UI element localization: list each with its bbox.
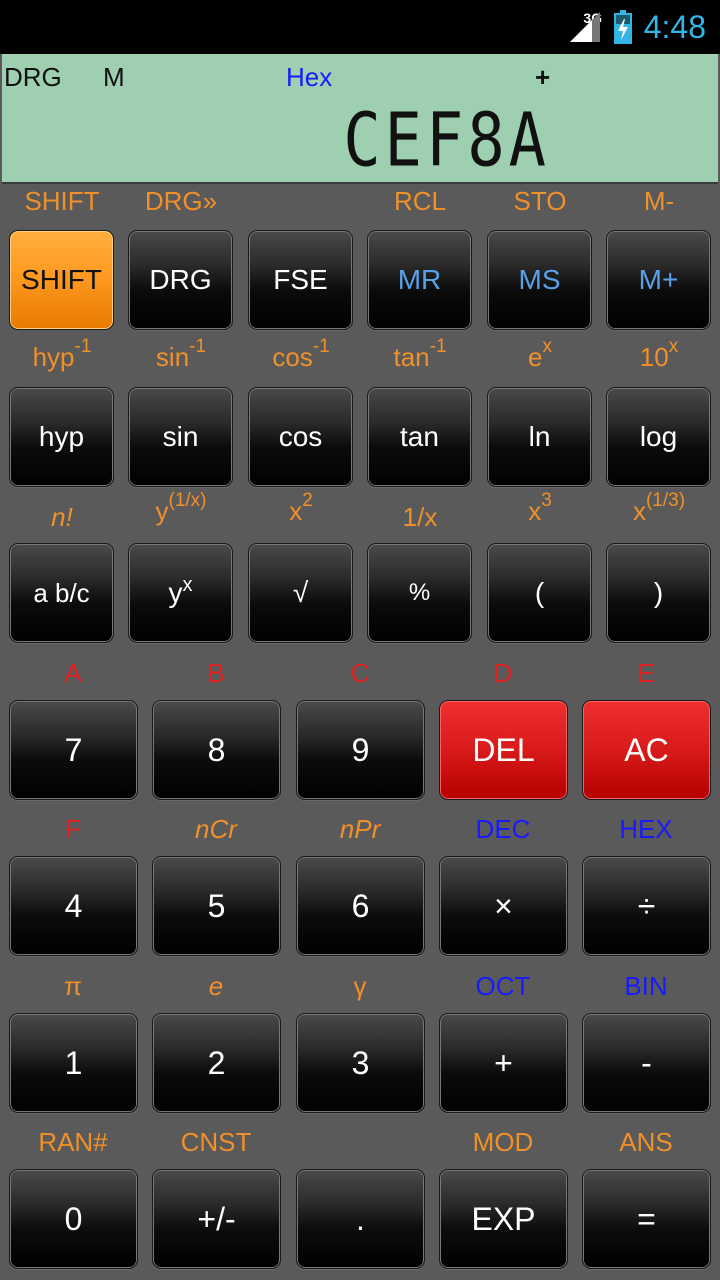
hyp-button[interactable]: hyp	[9, 387, 114, 487]
keypad: SHIFT DRG» RCL STO M- SHIFT DRG FSE MR M…	[0, 184, 720, 1280]
label-hex-d: D	[493, 658, 513, 688]
label-hex-b: B	[207, 658, 225, 688]
label-ans: ANS	[619, 1127, 673, 1157]
label-hyp-inverse: hyp-1	[32, 336, 92, 372]
multiply-button[interactable]: ×	[439, 856, 568, 956]
digit-5-button[interactable]: 5	[152, 856, 281, 956]
label-pi: π	[64, 971, 82, 1001]
label-dec: DEC	[475, 814, 531, 844]
label-tan-inverse: tan-1	[393, 336, 447, 372]
open-paren-button[interactable]: (	[487, 543, 592, 643]
decimal-point-button[interactable]: .	[296, 1169, 425, 1269]
label-hex-c: C	[350, 658, 370, 688]
delete-button[interactable]: DEL	[439, 700, 568, 800]
label-sin-inverse: sin-1	[155, 336, 207, 372]
label-euler-e: e	[208, 971, 224, 1001]
number-base-indicator: Hex	[286, 62, 333, 92]
label-cube: x3	[528, 490, 552, 526]
label-reciprocal: 1/x	[402, 502, 438, 532]
status-bar: 3G 4:48	[0, 0, 720, 54]
battery-charging-icon	[614, 10, 632, 44]
all-clear-button[interactable]: AC	[582, 700, 711, 800]
label-hex: HEX	[619, 814, 673, 844]
label-gamma: γ	[353, 971, 367, 1001]
label-bin: BIN	[624, 971, 668, 1001]
label-root-y: y(1/x)	[155, 490, 207, 526]
digit-3-button[interactable]: 3	[296, 1013, 425, 1113]
sign-indicator: +	[535, 62, 551, 92]
label-ncr: nCr	[195, 814, 237, 844]
signal-icon	[570, 12, 600, 42]
digit-7-button[interactable]: 7	[9, 700, 138, 800]
cos-button[interactable]: cos	[248, 387, 353, 487]
label-m-minus: M-	[643, 186, 675, 216]
close-paren-button[interactable]: )	[606, 543, 711, 643]
m-plus-button[interactable]: M+	[606, 230, 711, 330]
percent-button[interactable]: %	[367, 543, 472, 643]
fraction-button[interactable]: a b/c	[9, 543, 114, 643]
label-random: RAN#	[38, 1127, 108, 1157]
label-factorial: n!	[51, 502, 73, 532]
digit-0-button[interactable]: 0	[9, 1169, 138, 1269]
label-rcl: RCL	[393, 186, 446, 216]
subtract-button[interactable]: -	[582, 1013, 711, 1113]
power-button[interactable]: yx	[128, 543, 233, 643]
ms-button[interactable]: MS	[487, 230, 592, 330]
fse-button[interactable]: FSE	[248, 230, 353, 330]
label-constant: CNST	[180, 1127, 252, 1157]
label-cos-inverse: cos-1	[272, 336, 330, 372]
label-npr: nPr	[339, 814, 381, 844]
label-shift: SHIFT	[24, 186, 100, 216]
digit-8-button[interactable]: 8	[152, 700, 281, 800]
digit-6-button[interactable]: 6	[296, 856, 425, 956]
clock: 4:48	[643, 9, 706, 45]
label-hex-a: A	[64, 658, 82, 688]
equals-button[interactable]: =	[582, 1169, 711, 1269]
add-button[interactable]: +	[439, 1013, 568, 1113]
log-button[interactable]: log	[606, 387, 711, 487]
angle-mode-indicator: DRG	[4, 62, 62, 92]
divide-button[interactable]: ÷	[582, 856, 711, 956]
label-sto: STO	[513, 186, 567, 216]
digit-4-button[interactable]: 4	[9, 856, 138, 956]
label-exp-e: ex	[528, 336, 552, 372]
digit-1-button[interactable]: 1	[9, 1013, 138, 1113]
label-drg-next: DRG»	[144, 186, 218, 216]
label-hex-f: F	[65, 814, 81, 844]
label-mod: MOD	[472, 1127, 534, 1157]
label-hex-e: E	[637, 658, 655, 688]
label-cube-root: x(1/3)	[632, 490, 686, 526]
label-square: x2	[289, 490, 313, 526]
tan-button[interactable]: tan	[367, 387, 472, 487]
display-value: CEF8A	[343, 96, 550, 184]
memory-indicator: M	[103, 62, 125, 92]
mr-button[interactable]: MR	[367, 230, 472, 330]
sin-button[interactable]: sin	[128, 387, 233, 487]
ln-button[interactable]: ln	[487, 387, 592, 487]
exp-button[interactable]: EXP	[439, 1169, 568, 1269]
plus-minus-button[interactable]: +/-	[152, 1169, 281, 1269]
sqrt-button[interactable]: √	[248, 543, 353, 643]
digit-2-button[interactable]: 2	[152, 1013, 281, 1113]
drg-button[interactable]: DRG	[128, 230, 233, 330]
label-oct: OCT	[475, 971, 531, 1001]
digit-9-button[interactable]: 9	[296, 700, 425, 800]
calculator-display: DRG M Hex + CEF8A	[2, 54, 718, 184]
shift-button[interactable]: SHIFT	[9, 230, 114, 330]
label-ten-power: 10x	[639, 336, 679, 372]
